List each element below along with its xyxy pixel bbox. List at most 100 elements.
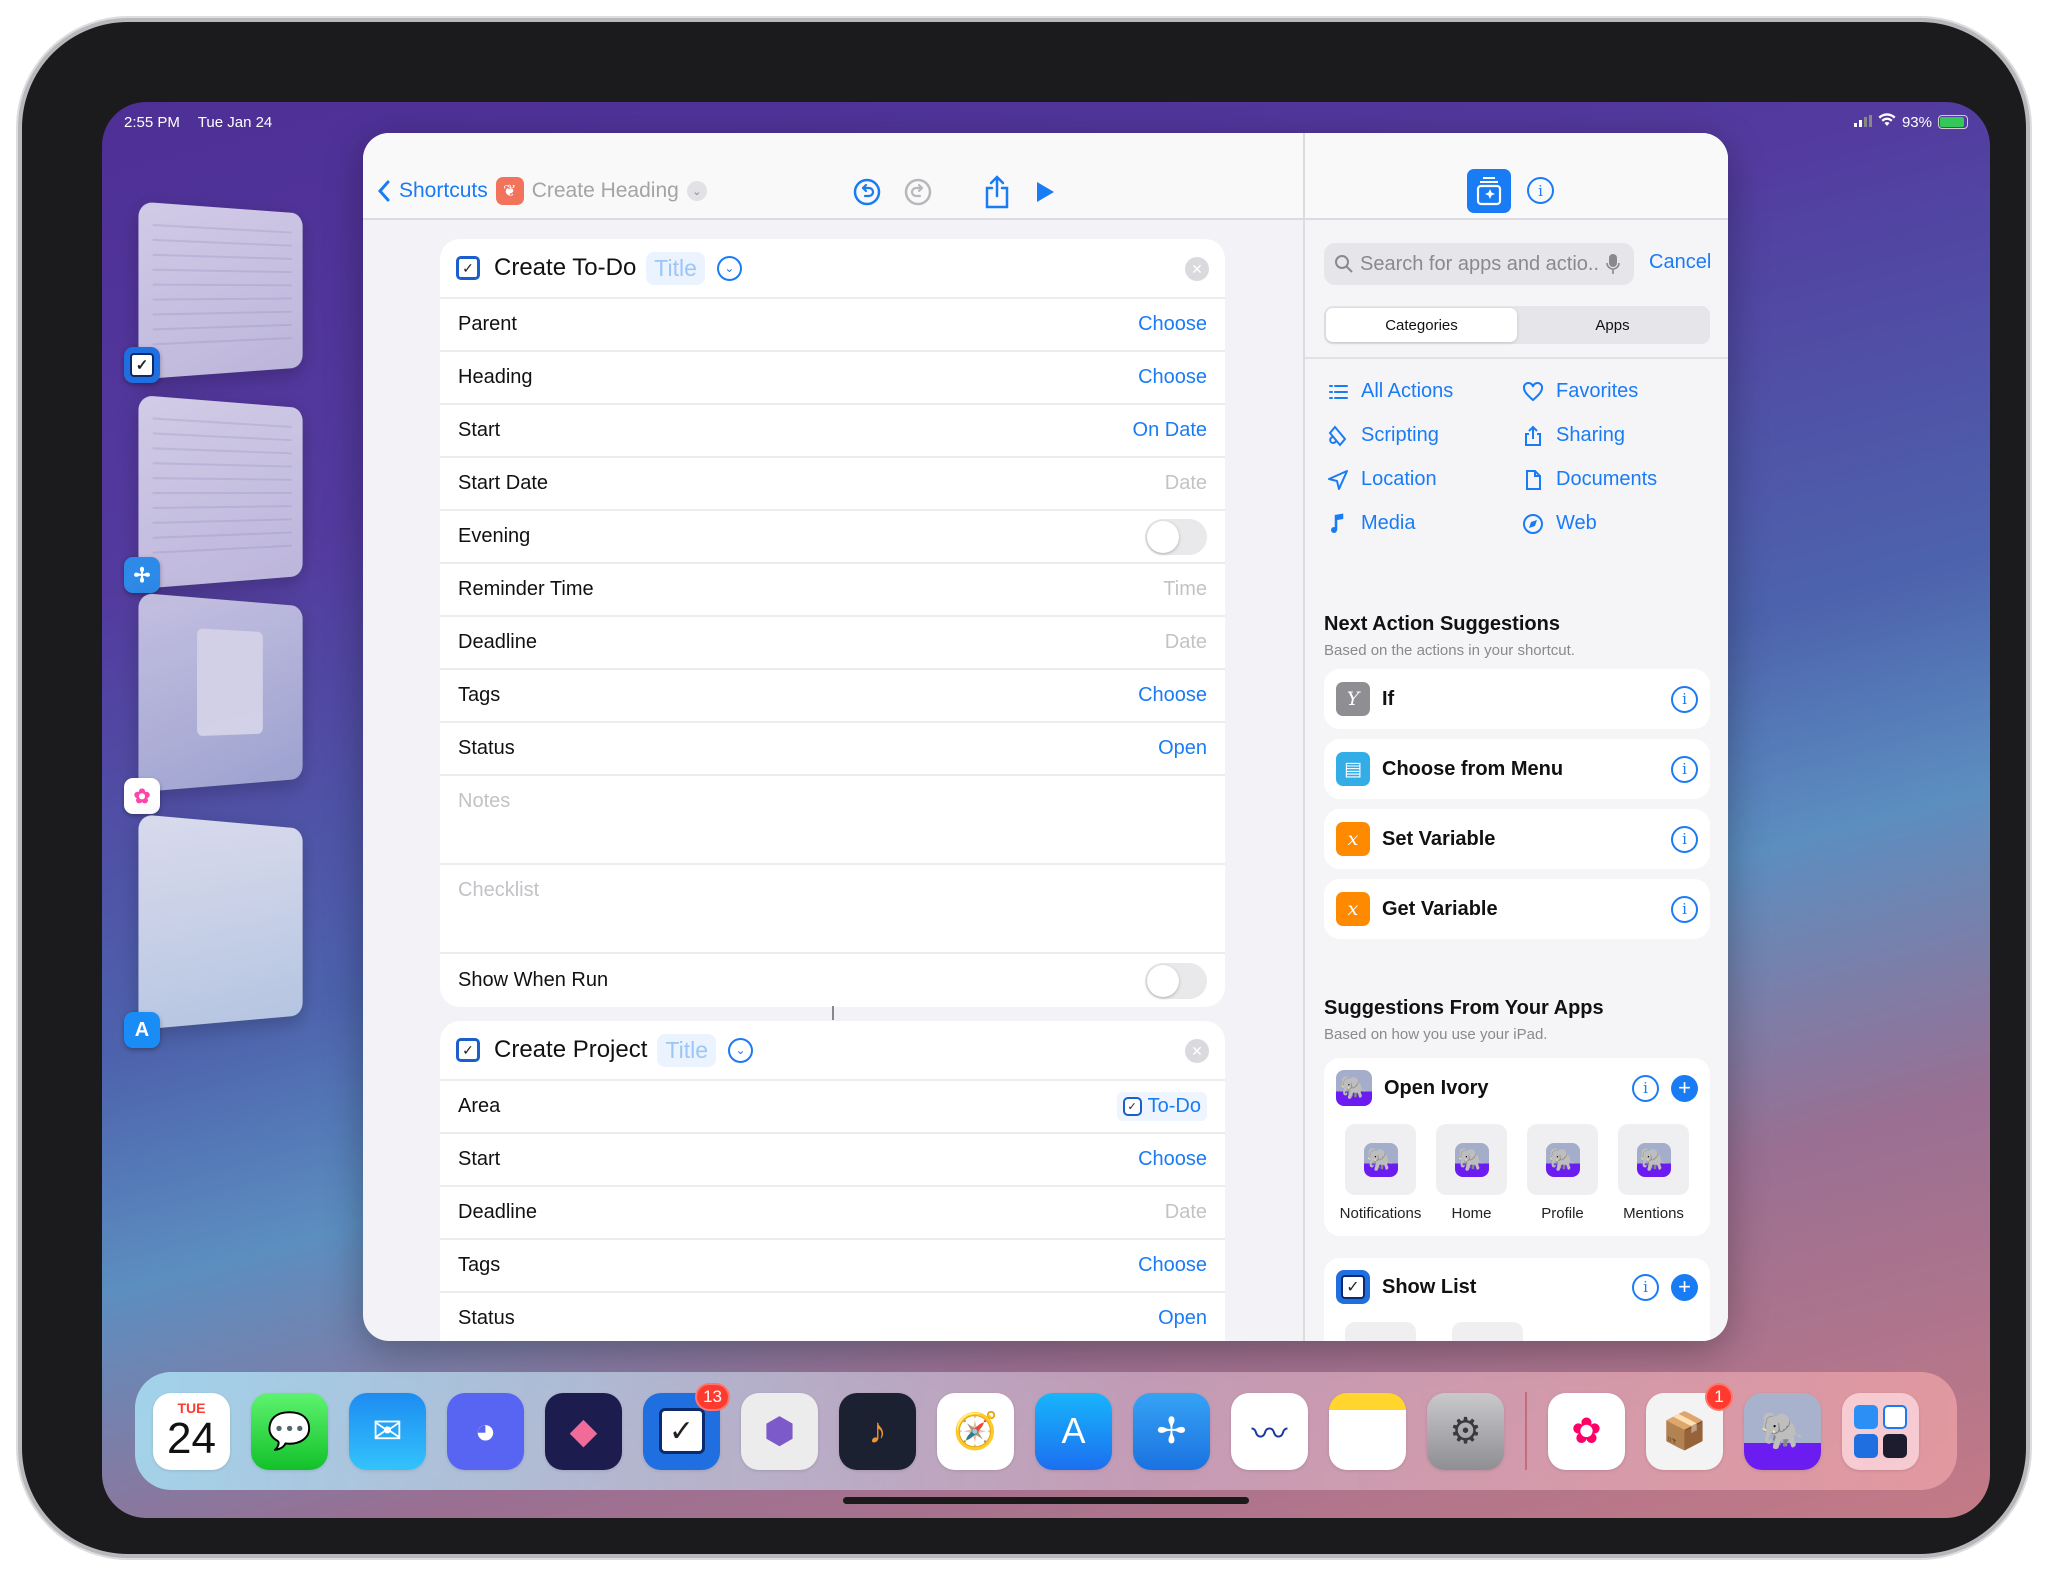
segment-apps[interactable]: Apps [1517, 308, 1708, 342]
info-icon[interactable]: i [1632, 1273, 1659, 1301]
expand-chevron-icon[interactable]: ⌄ [728, 1037, 754, 1063]
expand-chevron-icon[interactable]: ⌄ [716, 255, 742, 281]
category-favorites[interactable]: Favorites [1522, 379, 1717, 404]
title-parameter[interactable]: Title [646, 251, 705, 285]
dock-app-ivory[interactable]: 🐘 [1744, 1392, 1821, 1470]
dock-app-things[interactable]: ✓ 13 [643, 1382, 730, 1470]
run-button[interactable] [1028, 175, 1062, 209]
search-input[interactable] [1360, 252, 1600, 276]
row-value[interactable]: Open [1158, 1307, 1207, 1330]
row-value[interactable]: Time [1163, 578, 1207, 601]
action-library-button[interactable] [1467, 169, 1511, 213]
checklist-field[interactable]: Checklist [440, 865, 1225, 954]
home-indicator[interactable] [843, 1497, 1249, 1504]
row-value[interactable]: Choose [1138, 1148, 1207, 1171]
dock-app-music-player[interactable]: ♪ [839, 1392, 916, 1470]
stage-thumbnail-app-store[interactable] [138, 814, 303, 1030]
undo-button[interactable] [850, 175, 884, 209]
stage-thumbnail-photos[interactable] [138, 592, 303, 793]
share-button[interactable] [980, 175, 1014, 209]
shortcut-name[interactable]: Create Heading [532, 179, 679, 203]
chevron-down-icon[interactable]: ⌄ [686, 181, 707, 201]
ivory-shortcut-home[interactable]: 🐘 Home [1427, 1124, 1516, 1222]
dock-app-notes[interactable] [1329, 1392, 1406, 1470]
tile-box: 🐘 [1618, 1124, 1689, 1195]
category-location[interactable]: Location [1327, 467, 1522, 492]
next-action-get-variable[interactable]: x Get Variable i [1324, 879, 1710, 939]
category-media[interactable]: Media [1327, 511, 1522, 536]
info-icon[interactable]: i [1671, 895, 1698, 923]
area-value[interactable]: ✓ To-Do [1116, 1092, 1207, 1121]
suggestion-show-list[interactable]: ✓ Show List i + ✓ ✓ [1324, 1258, 1710, 1341]
remove-action-button[interactable]: ✕ [1185, 1039, 1209, 1063]
add-action-button[interactable]: + [1671, 1273, 1698, 1301]
dock-app-library-folder[interactable] [1842, 1392, 1919, 1470]
category-web[interactable]: Web [1522, 511, 1717, 536]
show-list-option[interactable]: ✓ [1452, 1322, 1523, 1341]
ivory-shortcut-notifications[interactable]: 🐘 Notifications [1336, 1124, 1425, 1222]
toggle-switch[interactable] [1145, 518, 1207, 555]
tile-label: Mentions [1623, 1205, 1684, 1222]
next-actions-heading: Next Action Suggestions [1324, 613, 1560, 635]
stage-thumbnail-testflight[interactable] [138, 394, 303, 590]
next-action-choose-from-menu[interactable]: ▤ Choose from Menu i [1324, 739, 1710, 799]
info-icon[interactable]: i [1671, 825, 1698, 853]
tile-box: 🐘 [1345, 1124, 1416, 1195]
category-sharing[interactable]: Sharing [1522, 423, 1717, 448]
menu-icon: ▤ [1336, 752, 1370, 786]
segment-categories[interactable]: Categories [1326, 308, 1517, 342]
info-icon[interactable]: i [1671, 685, 1698, 713]
category-scripting[interactable]: Scripting [1327, 423, 1522, 448]
row-value[interactable]: Choose [1138, 684, 1207, 707]
notes-field[interactable]: Notes [440, 776, 1225, 865]
row-value[interactable]: Choose [1138, 1254, 1207, 1277]
stage-thumbnail-things[interactable] [138, 201, 303, 380]
cancel-search-button[interactable]: Cancel [1649, 251, 1711, 274]
dock-app-settings[interactable]: ⚙ [1427, 1392, 1504, 1470]
add-action-button[interactable]: + [1671, 1074, 1698, 1102]
ivory-shortcut-profile[interactable]: 🐘 Profile [1518, 1124, 1607, 1222]
dock-app-mail[interactable]: ✉ [349, 1392, 426, 1470]
ivory-shortcut-mentions[interactable]: 🐘 Mentions [1609, 1124, 1698, 1222]
next-action-if[interactable]: Y If i [1324, 669, 1710, 729]
dock-app-safari[interactable]: 🧭 [937, 1392, 1014, 1470]
back-button[interactable]: Shortcuts ❦ Create Heading ⌄ [377, 177, 707, 205]
dock-app-deliveries[interactable]: 📦 1 [1646, 1382, 1733, 1470]
action-search-field[interactable] [1324, 243, 1634, 285]
dock-app-app-store[interactable]: A [1035, 1392, 1112, 1470]
dock-app-discord[interactable]: ◕ [447, 1392, 524, 1470]
redo-button[interactable] [901, 175, 935, 209]
row-value[interactable]: On Date [1133, 419, 1207, 442]
dock-app-shortcuts[interactable]: ◆ [545, 1392, 622, 1470]
info-icon[interactable]: i [1671, 755, 1698, 783]
title-parameter[interactable]: Title [657, 1033, 717, 1067]
dock-app-obsidian[interactable]: ⬢ [741, 1392, 818, 1470]
dock-app-freeform[interactable]: 〰 [1231, 1392, 1308, 1470]
show-list-option[interactable]: ✓ [1345, 1322, 1416, 1341]
action-card-create-project: ✓ Create Project Title ⌄ ✕ Area ✓ To-Do S… [440, 1021, 1225, 1341]
show-when-run-toggle[interactable] [1145, 962, 1207, 999]
undo-icon [853, 178, 881, 206]
dock-app-testflight[interactable]: ✢ [1133, 1392, 1210, 1470]
remove-action-button[interactable]: ✕ [1185, 257, 1209, 281]
suggestion-open-ivory[interactable]: 🐘 Open Ivory i + 🐘 Notifications 🐘 Home 🐘 Pro… [1324, 1058, 1710, 1236]
tile-label: Notifications [1339, 1205, 1422, 1222]
dock-app-photos[interactable]: ✿ [1548, 1392, 1625, 1470]
next-action-set-variable[interactable]: x Set Variable i [1324, 809, 1710, 869]
dock-app-calendar[interactable]: TUE 24 [153, 1392, 230, 1470]
row-value[interactable]: Date [1165, 472, 1207, 495]
dock-app-messages[interactable]: 💬 [251, 1392, 328, 1470]
row-value[interactable]: Choose [1138, 366, 1207, 389]
category-documents[interactable]: Documents [1522, 467, 1717, 492]
things-checkbox-icon: ✓ [1122, 1097, 1142, 1116]
messages-icon: 💬 [267, 1410, 312, 1451]
row-value[interactable]: Open [1158, 737, 1207, 760]
row-value[interactable]: Choose [1138, 313, 1207, 336]
ivory-elephant-icon: 🐘 [1760, 1410, 1805, 1451]
row-value[interactable]: Date [1165, 631, 1207, 654]
row-value[interactable]: Date [1165, 1201, 1207, 1224]
shortcut-details-button[interactable]: i [1527, 177, 1554, 204]
microphone-icon[interactable] [1606, 253, 1620, 275]
info-icon[interactable]: i [1632, 1074, 1659, 1102]
category-all-actions[interactable]: All Actions [1327, 379, 1522, 404]
